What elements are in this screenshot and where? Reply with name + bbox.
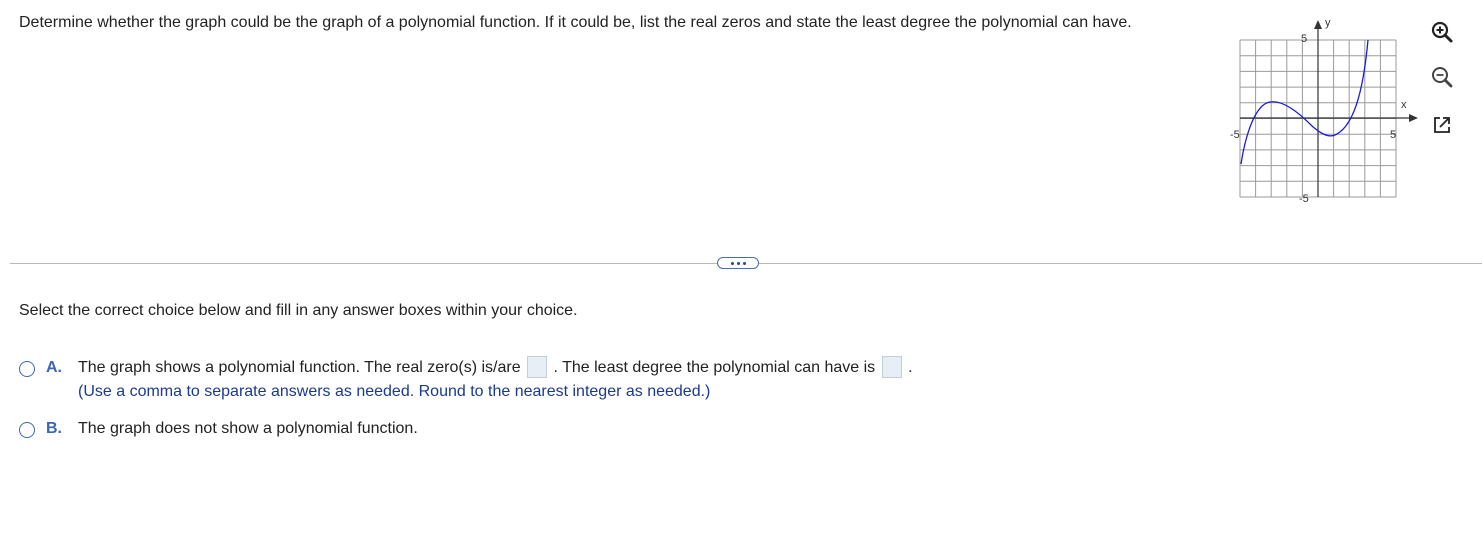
least-degree-answer-box[interactable] [881,356,902,378]
choice-a-letter: A. [46,359,62,376]
zoom-in-icon [1431,21,1453,43]
more-dot-icon [730,261,734,265]
choice-a-text-middle: . The least degree the polynomial can ha… [553,359,876,377]
zoom-out-button[interactable] [1428,63,1456,91]
x-min-tick-label: -5 [1230,129,1240,141]
show-more-button[interactable] [717,257,759,269]
choice-b-text: The graph does not show a polynomial fun… [78,420,418,437]
popout-button[interactable] [1428,111,1456,139]
y-min-tick-label: -5 [1299,193,1309,204]
y-axis [1314,20,1322,197]
zoom-in-button[interactable] [1428,18,1456,46]
popout-icon [1434,117,1450,133]
choice-a-text: The graph shows a polynomial function. T… [78,356,913,379]
x-max-tick-label: 5 [1390,129,1396,141]
polynomial-graph: x y -5 5 5 -5 [1228,14,1428,204]
question-text: Determine whether the graph could be the… [19,14,1132,31]
more-dot-icon [736,261,740,265]
y-axis-label: y [1325,17,1331,29]
y-max-tick-label: 5 [1301,33,1307,45]
more-dot-icon [742,261,746,265]
x-axis [1240,114,1418,122]
graph-svg: x y -5 5 5 -5 [1230,17,1418,204]
choice-b-letter: B. [46,420,62,437]
choice-a-text-after: . [908,359,913,377]
choice-a-radio[interactable] [19,361,35,377]
choice-b-radio[interactable] [19,422,35,438]
real-zeros-answer-box[interactable] [527,356,548,378]
zoom-out-icon [1432,67,1453,88]
x-axis-label: x [1401,99,1407,111]
instruction-text: Select the correct choice below and fill… [19,302,578,319]
choice-a-hint: (Use a comma to separate answers as need… [78,383,711,400]
choice-a-text-before: The graph shows a polynomial function. T… [78,359,521,377]
